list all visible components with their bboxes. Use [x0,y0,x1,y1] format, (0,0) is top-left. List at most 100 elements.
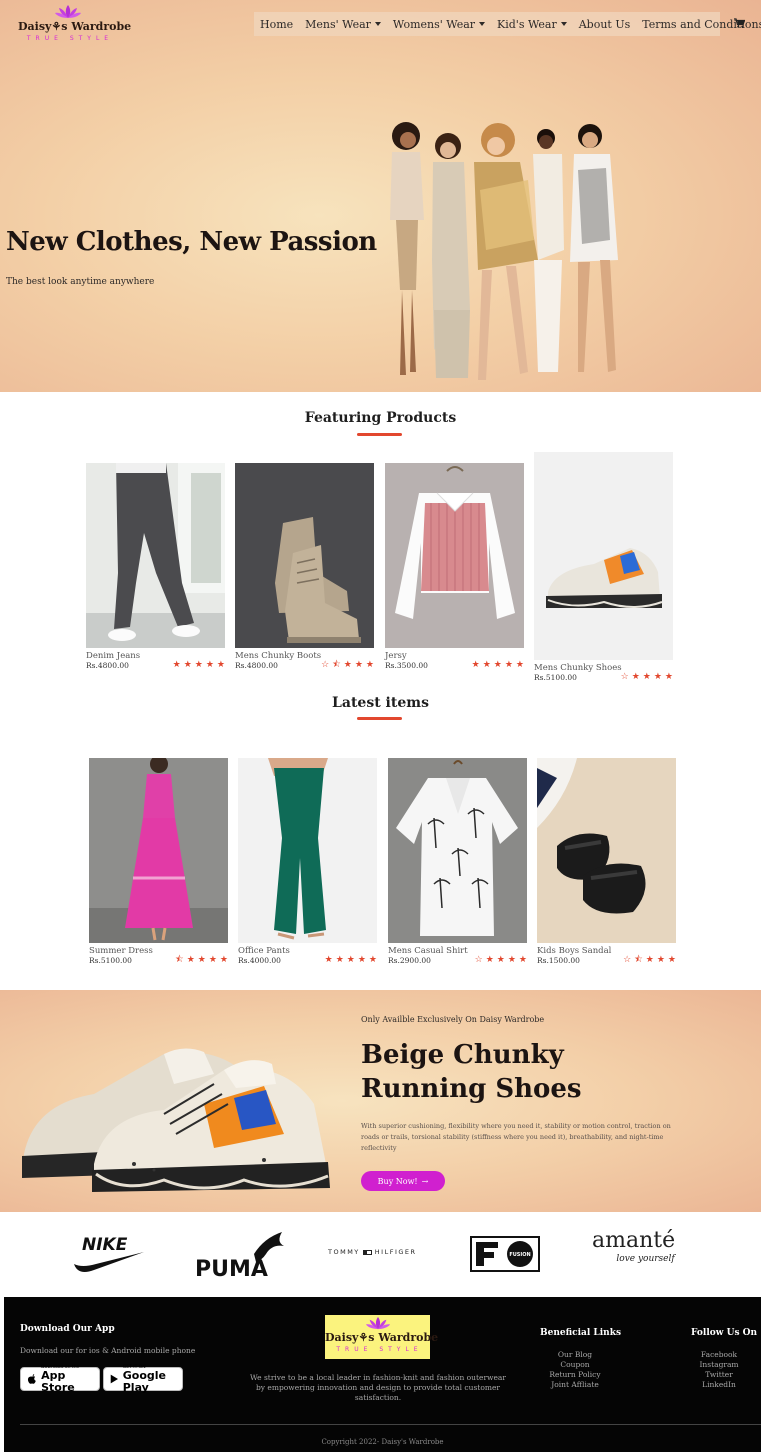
star-filled-icon: ★ [194,660,203,670]
buy-now-button[interactable]: Buy Now! → [361,1171,445,1191]
nav-kids-wear-label: Kid's Wear [497,17,557,31]
main-nav: Home Mens' Wear Womens' Wear Kid's Wear … [254,12,761,36]
product-card[interactable]: Kids Boys Sandal Rs.1500.00 ☆ ⯪ ★ ★ ★ [537,758,676,965]
puma-logo: PUMA [194,1230,290,1284]
link-our-blog[interactable]: Our Blog [540,1350,610,1360]
fila-fusion-logo: FUSION [470,1236,540,1276]
beneficial-links-list: Our Blog Coupon Return Policy Joint Affl… [540,1350,610,1390]
nav-kids-wear[interactable]: Kid's Wear [497,18,567,31]
tommy-hilfiger-logo: TOMMY HILFIGER [328,1248,417,1256]
star-filled-icon: ★ [172,660,181,670]
app-store-button[interactable]: Download on the App Store [20,1365,100,1393]
star-filled-icon: ★ [471,660,480,670]
hero-title: New Clothes, New Passion [6,227,377,257]
caret-down-icon [479,22,486,26]
product-name: Summer Dress [89,946,153,956]
rating-stars: ☆ ⯪ ★ ★ ★ [623,956,676,965]
product-price: Rs.1500.00 [537,956,580,965]
product-image [86,463,225,648]
star-filled-icon: ★ [197,955,206,965]
product-image [238,758,377,943]
follow-us-title: Follow Us On [691,1328,758,1338]
product-image [534,452,673,660]
product-price: Rs.4000.00 [238,956,281,965]
link-instagram[interactable]: Instagram [691,1360,747,1370]
amante-wordmark: amanté [592,1228,676,1253]
link-facebook[interactable]: Facebook [691,1350,747,1360]
star-filled-icon: ★ [368,955,377,965]
star-half-icon: ⯪ [634,955,643,965]
product-name: Mens Casual Shirt [388,946,468,956]
link-coupon[interactable]: Coupon [540,1360,610,1370]
rating-stars: ☆ ★ ★ ★ ★ [475,956,527,965]
product-card[interactable]: Mens Casual Shirt Rs.2900.00 ☆ ★ ★ ★ ★ [388,758,527,965]
buy-now-label: Buy Now! [377,1176,418,1186]
product-card[interactable]: Mens Chunky Shoes Rs.5100.00 ☆ ★ ★ ★ ★ [534,452,673,682]
nike-wordmark: NIKE [82,1235,128,1255]
nav-home[interactable]: Home [260,18,293,31]
product-card[interactable]: Mens Chunky Boots Rs.4800.00 ☆ ⯪ ★ ★ ★ [235,463,374,670]
star-filled-icon: ★ [518,955,527,965]
hero-subtitle: The best look anytime anywhere [6,277,155,287]
product-price: Rs.4800.00 [86,661,129,670]
featuring-underline [357,433,402,436]
nav-womens-wear[interactable]: Womens' Wear [392,17,486,31]
cart-icon[interactable] [734,18,745,28]
download-app-desc: Download our for ios & Android mobile ph… [20,1346,196,1355]
star-filled-icon: ★ [664,672,673,682]
caret-down-icon [560,22,567,26]
star-filled-icon: ★ [507,955,516,965]
product-name: Denim Jeans [86,651,141,661]
product-name: Mens Chunky Boots [235,651,322,661]
star-empty-icon: ☆ [620,672,629,682]
product-card[interactable]: Denim Jeans Rs.4800.00 ★ ★ ★ ★ ★ [86,463,225,670]
latest-title: Latest items [332,695,429,711]
social-links-list: Facebook Instagram Twitter LinkedIn [691,1350,747,1390]
product-price: Rs.5100.00 [534,673,577,682]
nav-womens-wear-label: Womens' Wear [392,17,476,31]
product-price: Rs.2900.00 [388,956,431,965]
star-filled-icon: ★ [493,660,502,670]
rating-stars: ★ ★ ★ ★ ★ [472,661,524,670]
lotus-icon [365,1317,390,1330]
fusion-text: FUSION [509,1252,530,1258]
beneficial-links-title: Beneficial Links [540,1328,622,1338]
link-return-policy[interactable]: Return Policy [540,1370,610,1380]
nike-logo: NIKE [72,1234,146,1280]
footer-divider [20,1424,761,1425]
star-filled-icon: ★ [216,660,225,670]
star-filled-icon: ★ [183,660,192,670]
tommy-text: TOMMY [328,1248,360,1256]
product-card[interactable]: Jersy Rs.3500.00 ★ ★ ★ ★ ★ [385,463,524,670]
apple-icon [27,1373,36,1384]
star-filled-icon: ★ [485,955,494,965]
nav-mens-wear[interactable]: Mens' Wear [305,18,381,31]
amante-logo: amanté love yourself [592,1228,675,1264]
product-name: Mens Chunky Shoes [534,663,622,673]
link-twitter[interactable]: Twitter [691,1370,747,1380]
site-logo[interactable]: Daisy⚘s Wardrobe TRUE STYLE [18,4,131,43]
google-play-icon [110,1374,119,1384]
star-filled-icon: ★ [343,660,352,670]
product-card[interactable]: Office Pants Rs.4000.00 ★ ★ ★ ★ ★ [238,758,377,965]
star-filled-icon: ★ [365,660,374,670]
star-filled-icon: ★ [186,955,195,965]
link-linkedin[interactable]: LinkedIn [691,1380,747,1390]
footer-logo[interactable]: Daisy⚘s Wardrobe TRUE STYLE [325,1315,438,1359]
rating-stars: ⯪ ★ ★ ★ ★ [175,956,228,965]
product-price: Rs.3500.00 [385,661,428,670]
download-app-title: Download Our App [20,1324,115,1334]
product-image [388,758,527,943]
star-filled-icon: ★ [482,660,491,670]
star-filled-icon: ★ [324,955,333,965]
star-empty-icon: ☆ [321,660,330,670]
nav-about-us[interactable]: About Us [579,18,631,31]
product-name: Jersy [385,651,407,661]
product-image [89,758,228,943]
product-card[interactable]: Summer Dress Rs.5100.00 ⯪ ★ ★ ★ ★ [89,758,228,965]
rating-stars: ☆ ★ ★ ★ ★ [621,673,673,682]
link-joint-affliate[interactable]: Joint Affliate [540,1380,610,1390]
product-name: Kids Boys Sandal [537,946,612,956]
rating-stars: ☆ ⯪ ★ ★ ★ [321,661,374,670]
google-play-button[interactable]: GET IT ON Google Play [103,1365,183,1393]
